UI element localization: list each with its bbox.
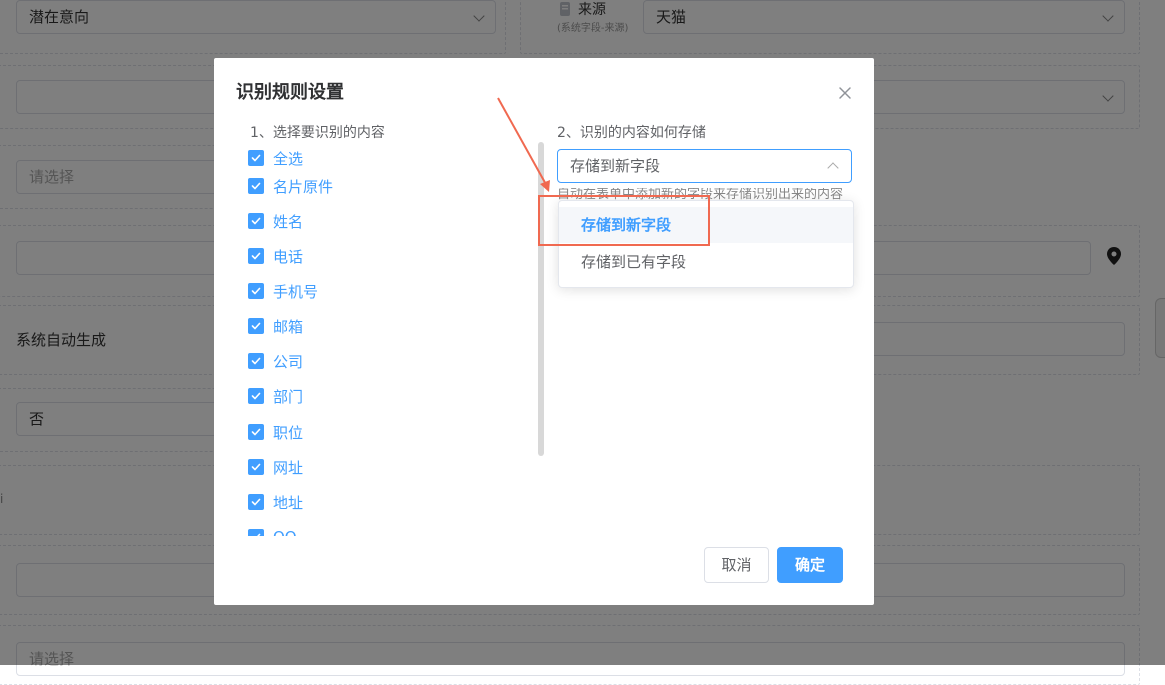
content-checkbox-list: 全选 名片原件 姓名 电话 手机号 邮箱 公司 部门 职位 网址 地址	[248, 146, 498, 536]
section2-title: 2、识别的内容如何存储	[557, 125, 706, 141]
section1-title: 1、选择要识别的内容	[250, 125, 385, 141]
checkbox-mobile[interactable]: 手机号	[248, 281, 318, 301]
check-icon	[248, 353, 264, 369]
check-icon	[248, 529, 264, 536]
checkbox-list-scrollbar[interactable]	[538, 142, 544, 456]
check-icon	[248, 248, 264, 264]
modal-title: 识别规则设置	[236, 82, 344, 103]
checkbox-website[interactable]: 网址	[248, 457, 303, 477]
check-icon	[248, 150, 264, 166]
check-icon	[248, 213, 264, 229]
check-icon	[248, 424, 264, 440]
checkbox-label: 网址	[273, 458, 304, 477]
checkbox-phone[interactable]: 电话	[248, 246, 303, 266]
cancel-button[interactable]: 取消	[704, 547, 769, 583]
checkbox-department[interactable]: 部门	[248, 386, 303, 406]
storage-mode-dropdown: 存储到新字段 存储到已有字段	[558, 200, 854, 288]
checkbox-label: 邮箱	[273, 317, 304, 336]
checkbox-label: 姓名	[273, 212, 304, 231]
check-icon	[248, 283, 264, 299]
option-new-field[interactable]: 存储到新字段	[559, 207, 853, 243]
checkbox-label: 手机号	[273, 282, 319, 301]
confirm-button[interactable]: 确定	[777, 547, 843, 583]
checkbox-position[interactable]: 职位	[248, 422, 303, 442]
checkbox-name[interactable]: 姓名	[248, 211, 303, 231]
option-existing-field[interactable]: 存储到已有字段	[559, 244, 853, 280]
storage-mode-select[interactable]: 存储到新字段	[557, 149, 852, 183]
checkbox-label: 职位	[273, 423, 304, 442]
chevron-up-icon	[827, 162, 839, 174]
checkbox-select-all[interactable]: 全选	[248, 148, 303, 168]
checkbox-address[interactable]: 地址	[248, 492, 303, 512]
check-icon	[248, 178, 264, 194]
checkbox-company[interactable]: 公司	[248, 351, 303, 371]
check-icon	[248, 494, 264, 510]
checkbox-label: 电话	[273, 247, 304, 266]
checkbox-label: 部门	[273, 387, 304, 406]
check-icon	[248, 388, 264, 404]
recognition-rules-modal: 识别规则设置 1、选择要识别的内容 全选 名片原件 姓名 电话 手机号 邮箱 公…	[214, 58, 874, 605]
checkbox-email[interactable]: 邮箱	[248, 316, 303, 336]
checkbox-card-original[interactable]: 名片原件	[248, 176, 333, 196]
checkbox-label: 地址	[273, 493, 304, 512]
check-icon	[248, 459, 264, 475]
checkbox-label: 公司	[273, 352, 304, 371]
storage-mode-value: 存储到新字段	[570, 157, 661, 175]
check-icon	[248, 318, 264, 334]
checkbox-label: 全选	[273, 149, 304, 168]
checkbox-label: 名片原件	[273, 177, 334, 196]
checkbox-label: QQ	[273, 528, 297, 536]
checkbox-qq[interactable]: QQ	[248, 527, 297, 536]
close-icon[interactable]	[834, 82, 856, 104]
